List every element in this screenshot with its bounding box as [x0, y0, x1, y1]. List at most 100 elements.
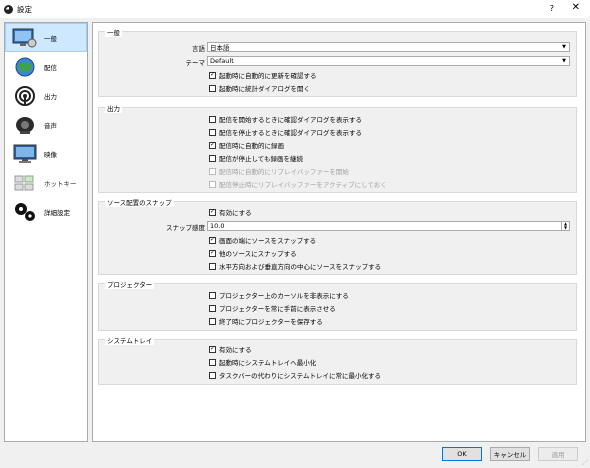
sidebar-item-video[interactable]: 映像	[5, 139, 87, 168]
checkbox-disabled	[209, 167, 216, 175]
sidebar-item-label: 一般	[44, 34, 57, 43]
replay-start-label: 配信時に自動的にリプレイバッファーを開始	[219, 168, 349, 176]
sidebar-item-hotkeys[interactable]: ホットキー	[5, 168, 87, 197]
check-updates-row[interactable]: ✓ 起動時に自動的に更新を確認する	[209, 70, 317, 80]
checkbox-checked[interactable]: ✓	[209, 71, 216, 79]
snap-edge-row[interactable]: ✓ 画面の端にソースをスナップする	[209, 235, 316, 245]
theme-label: テーマ	[185, 59, 206, 67]
hide-cursor-label: プロジェクター上のカーソルを非表示にする	[219, 292, 349, 300]
sidebar-item-label: 映像	[44, 150, 57, 159]
replay-keep-row: 配信停止時にリプレイバッファーをアクティブにしておく	[209, 179, 387, 189]
open-stats-label: 起動時に統計ダイアログを開く	[219, 85, 310, 93]
checkbox-disabled	[209, 180, 216, 188]
language-value: 日本語	[210, 44, 230, 52]
checkbox-unchecked[interactable]	[209, 358, 216, 366]
sidebar-item-stream[interactable]: 配信	[5, 52, 87, 81]
sidebar-item-audio[interactable]: 音声	[5, 110, 87, 139]
broadcast-icon	[12, 84, 38, 108]
sidebar-item-label: 音声	[44, 121, 57, 130]
check-updates-label: 起動時に自動的に更新を確認する	[219, 72, 317, 80]
language-select[interactable]: 日本語 ▼	[207, 42, 570, 52]
snap-enable-label: 有効にする	[219, 209, 252, 217]
snap-sources-row[interactable]: ✓ 他のソースにスナップする	[209, 248, 297, 258]
checkbox-unchecked[interactable]	[209, 291, 216, 299]
language-label: 言語	[192, 45, 205, 53]
group-title-snapping: ソース配置のスナップ	[105, 197, 174, 207]
auto-record-row[interactable]: ✓ 配信時に自動的に録画	[209, 140, 284, 150]
chevron-down-icon: ▼	[562, 44, 566, 50]
open-stats-row[interactable]: 起動時に統計ダイアログを開く	[209, 83, 310, 93]
resize-grip-icon[interactable]: ⋰	[582, 459, 588, 466]
checkbox-unchecked[interactable]	[209, 304, 216, 312]
settings-content: 一般 言語 日本語 ▼ テーマ Default ▼ ✓ 起動時に自動的に更新を確…	[92, 22, 586, 442]
sidebar-item-advanced[interactable]: 詳細設定	[5, 197, 87, 226]
sidebar-item-label: ホットキー	[44, 179, 77, 188]
close-button[interactable]: ✕	[572, 2, 580, 13]
always-on-top-row[interactable]: プロジェクターを常に手前に表示させる	[209, 303, 336, 313]
checkbox-unchecked[interactable]	[209, 154, 216, 162]
group-title-tray: システムトレイ	[105, 335, 155, 345]
snap-sources-label: 他のソースにスナップする	[219, 250, 297, 258]
save-on-exit-label: 終了時にプロジェクターを保存する	[219, 318, 323, 326]
checkbox-unchecked[interactable]	[209, 84, 216, 92]
confirm-start-label: 配信を開始するときに確認ダイアログを表示する	[219, 116, 362, 124]
minimize-always-label: タスクバーの代わりにシステムトレイに常に最小化する	[219, 372, 381, 380]
checkbox-checked[interactable]: ✓	[209, 249, 216, 257]
keep-recording-label: 配信が停止しても録画を継続	[219, 155, 303, 163]
snap-edge-label: 画面の端にソースをスナップする	[219, 237, 317, 245]
window-title: 設定	[17, 4, 32, 14]
snap-sensitivity-spinbox[interactable]: 10.0 ▲ ▼	[207, 221, 570, 231]
replay-keep-label: 配信停止時にリプレイバッファーをアクティブにしておく	[219, 181, 387, 189]
speaker-icon	[12, 113, 38, 137]
checkbox-checked[interactable]: ✓	[209, 345, 216, 353]
tray-enable-label: 有効にする	[219, 346, 252, 354]
replay-start-row: 配信時に自動的にリプレイバッファーを開始	[209, 166, 349, 176]
snap-enable-row[interactable]: ✓ 有効にする	[209, 207, 252, 217]
theme-select[interactable]: Default ▼	[207, 56, 570, 66]
tray-enable-row[interactable]: ✓ 有効にする	[209, 344, 252, 354]
minimize-start-label: 起動時にシステムトレイへ最小化	[219, 359, 317, 367]
checkbox-checked[interactable]: ✓	[209, 208, 216, 216]
confirm-stop-label: 配信を停止するときに確認ダイアログを表示する	[219, 129, 362, 137]
checkbox-unchecked[interactable]	[209, 115, 216, 123]
sidebar-item-label: 配信	[44, 63, 57, 72]
sidebar-item-general[interactable]: 一般	[5, 23, 87, 52]
checkbox-unchecked[interactable]	[209, 371, 216, 379]
save-on-exit-row[interactable]: 終了時にプロジェクターを保存する	[209, 316, 323, 326]
chevron-down-icon: ▼	[562, 58, 566, 64]
checkbox-unchecked[interactable]	[209, 128, 216, 136]
hide-cursor-row[interactable]: プロジェクター上のカーソルを非表示にする	[209, 290, 349, 300]
snap-sensitivity-value: 10.0	[210, 222, 225, 230]
sidebar-item-label: 出力	[44, 92, 57, 101]
help-button[interactable]: ?	[550, 4, 554, 13]
snap-center-label: 水平方向および垂直方向の中心にソースをスナップする	[219, 263, 382, 271]
sidebar-item-output[interactable]: 出力	[5, 81, 87, 110]
spin-arrows-icon[interactable]: ▲ ▼	[561, 222, 569, 230]
keyboard-icon	[12, 171, 38, 195]
checkbox-unchecked[interactable]	[209, 262, 216, 270]
group-title-general: 一般	[105, 27, 122, 37]
checkbox-checked[interactable]: ✓	[209, 236, 216, 244]
checkbox-checked[interactable]: ✓	[209, 141, 216, 149]
sidebar-item-label: 詳細設定	[44, 208, 70, 217]
globe-icon	[12, 55, 38, 79]
group-title-output: 出力	[105, 103, 122, 113]
confirm-start-row[interactable]: 配信を開始するときに確認ダイアログを表示する	[209, 114, 362, 124]
monitor-icon	[12, 142, 38, 166]
app-logo-icon	[4, 4, 13, 14]
always-on-top-label: プロジェクターを常に手前に表示させる	[219, 305, 336, 313]
apply-button: 適用	[538, 447, 578, 461]
snap-center-row[interactable]: 水平方向および垂直方向の中心にソースをスナップする	[209, 261, 381, 271]
gears-icon	[12, 200, 38, 224]
settings-sidebar: 一般 配信 出力 音声 映像 ホットキー 詳細設定	[4, 22, 88, 442]
keep-recording-row[interactable]: 配信が停止しても録画を継続	[209, 153, 303, 163]
cancel-button[interactable]: キャンセル	[490, 447, 530, 461]
snap-sensitivity-label: スナップ感度	[166, 224, 205, 232]
title-bar: 設定 ? ✕	[0, 0, 590, 18]
checkbox-unchecked[interactable]	[209, 317, 216, 325]
minimize-always-row[interactable]: タスクバーの代わりにシステムトレイに常に最小化する	[209, 370, 381, 380]
confirm-stop-row[interactable]: 配信を停止するときに確認ダイアログを表示する	[209, 127, 362, 137]
auto-record-label: 配信時に自動的に録画	[219, 142, 284, 150]
minimize-start-row[interactable]: 起動時にシステムトレイへ最小化	[209, 357, 316, 367]
ok-button[interactable]: OK	[442, 447, 482, 461]
